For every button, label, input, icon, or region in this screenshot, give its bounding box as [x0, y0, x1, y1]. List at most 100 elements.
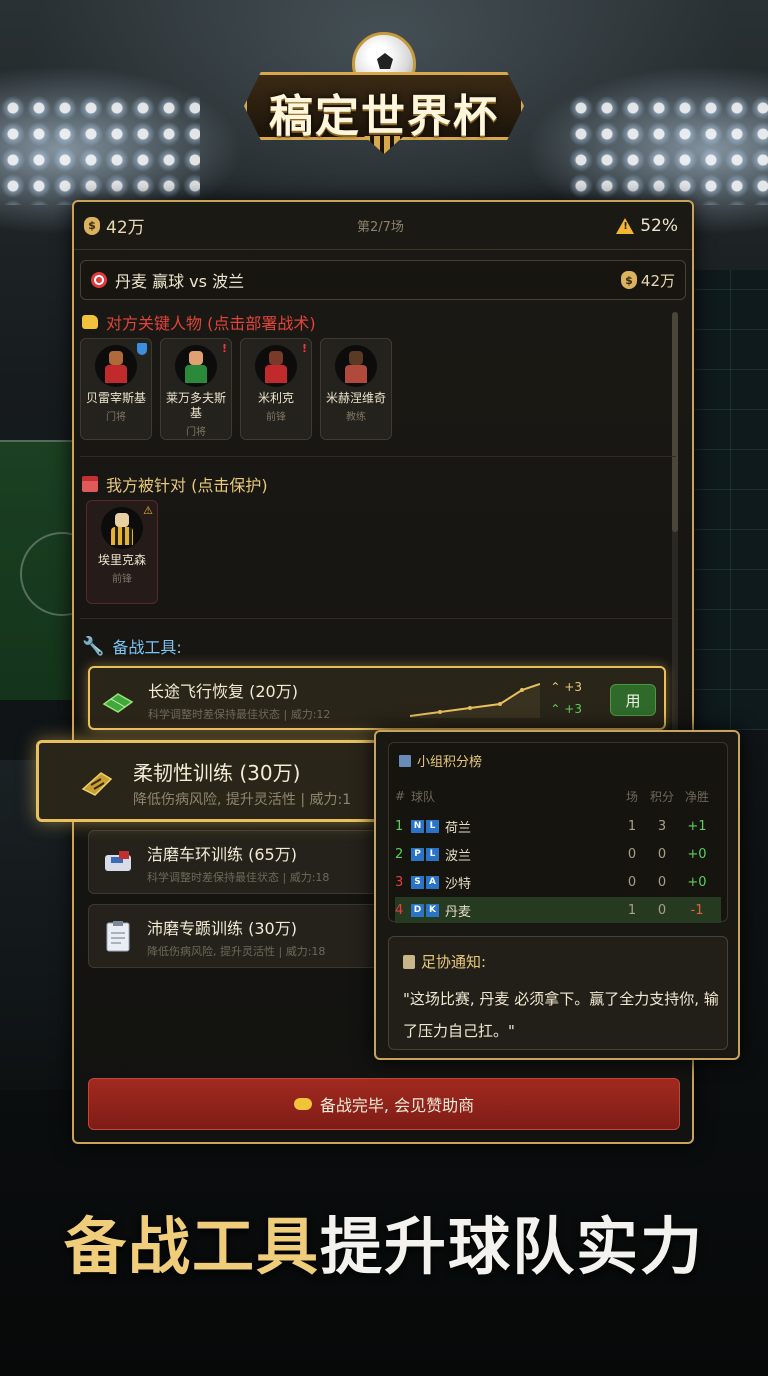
team-name: 丹麦 — [445, 904, 472, 920]
tools-section-title: 🔧 备战工具: — [82, 634, 182, 658]
slogan-gold: 备战工具 — [63, 1210, 320, 1283]
row-played: 1 — [627, 902, 637, 918]
table-row-own-team: 4 D K 丹麦 1 0 -1 — [395, 897, 721, 923]
meet-sponsor-button[interactable]: 备战完毕, 会见赞助商 — [88, 1078, 680, 1130]
row-played: 0 — [627, 874, 637, 890]
risk-value: 52% — [640, 215, 678, 236]
cleat-icon — [81, 772, 113, 796]
row-points: 0 — [657, 846, 667, 862]
game-logo: 稿定世界杯 — [244, 30, 524, 154]
match-goal: 丹麦 赢球 vs 波兰 — [115, 272, 245, 291]
divider — [80, 456, 676, 457]
wrench-icon: 🔧 — [82, 635, 105, 657]
player-role: 门将 — [186, 427, 206, 438]
trend-chart — [410, 683, 540, 718]
opponent-card[interactable]: ! 莱万多夫斯基 门将 — [160, 338, 232, 440]
player-avatar — [255, 345, 297, 387]
team-code: PL — [411, 847, 439, 861]
federation-notice: 足协通知: "这场比赛, 丹麦 必须拿下。赢了全力支持你, 输了压力自己扛。" — [388, 936, 728, 1050]
tactics-board — [688, 270, 768, 730]
col-points: 积分 — [649, 789, 674, 804]
row-gd: +1 — [687, 818, 707, 834]
row-gd: -1 — [690, 902, 704, 918]
promo-slogan: 备战工具提升球队实力 — [0, 1196, 768, 1286]
logo-stripes — [364, 136, 404, 154]
table-row: 1 N L 荷兰 1 3 +1 — [395, 813, 721, 839]
col-rank: # — [395, 789, 406, 803]
pitch-icon — [102, 693, 134, 713]
warning-icon: ⚠ — [143, 504, 153, 517]
opponent-card[interactable]: ! 米利克 前锋 — [240, 338, 312, 440]
player-name: 米利克 — [257, 391, 294, 405]
row-points: 0 — [657, 874, 667, 890]
match-objective: 丹麦 赢球 vs 波兰 $ 42万 — [80, 260, 686, 300]
player-avatar — [335, 345, 377, 387]
row-played: 1 — [627, 818, 637, 834]
team-code: DK — [411, 903, 439, 917]
own-player-card[interactable]: ⚠ 埃里克森 前锋 — [86, 500, 158, 604]
row-played: 0 — [627, 846, 637, 862]
own-section-title: 我方被针对 (点击保护) — [82, 472, 268, 496]
target-icon — [91, 272, 107, 288]
tool-title: 沛磨专踬训练 (30万) — [147, 919, 297, 938]
tools-title-text: 备战工具: — [112, 638, 182, 657]
opponent-card[interactable]: 米赫涅维奇 教练 — [320, 338, 392, 440]
notice-body: "这场比赛, 丹麦 必须拿下。赢了全力支持你, 输了压力自己扛。" — [403, 990, 719, 1040]
col-team: 球队 — [411, 789, 436, 804]
boost-up-1: ⌃ +3 — [550, 680, 582, 694]
alert-icon: ! — [221, 342, 227, 355]
row-points: 3 — [657, 818, 667, 834]
tool-desc: 降低伤病风险, 提升灵活性 | 威力:1 — [133, 792, 352, 808]
bar-chart-icon — [399, 754, 411, 767]
player-avatar — [175, 345, 217, 387]
divider — [80, 618, 676, 619]
tool-title: 柔韧性训练 (30万) — [133, 761, 301, 785]
team-code: SA — [411, 875, 439, 889]
clipboard-icon — [403, 954, 415, 969]
row-points: 0 — [657, 902, 667, 918]
table-header: # 球队 场 积分 净胜 — [395, 783, 721, 809]
table-row: 2 P L 波兰 0 0 +0 — [395, 841, 721, 867]
tool-desc: 科学调整时差保持最佳状态 | 威力:12 — [148, 708, 331, 721]
standings-title-text: 小组积分榜 — [417, 755, 483, 770]
jersey-icon — [105, 851, 131, 871]
row-rank: 1 — [395, 818, 404, 834]
table-row: 3 S A 沙特 0 0 +0 — [395, 869, 721, 895]
row-rank: 4 — [395, 902, 404, 918]
col-gd: 净胜 — [684, 789, 709, 804]
shield-icon — [137, 343, 147, 355]
team-name: 波兰 — [445, 848, 472, 864]
opponent-cards: 贝雷宰斯基 门将 ! 莱万多夫斯基 门将 ! 米利克 前锋 米赫涅维奇 教练 — [80, 338, 392, 440]
row-gd: +0 — [687, 874, 707, 890]
player-name: 贝雷宰斯基 — [85, 391, 146, 405]
handshake-icon — [293, 1098, 312, 1110]
player-avatar — [101, 507, 143, 549]
player-name: 埃里克森 — [97, 553, 146, 567]
opponent-card[interactable]: 贝雷宰斯基 门将 — [80, 338, 152, 440]
player-role: 前锋 — [112, 574, 132, 585]
opponents-section-title: 对方关键人物 (点击部署战术) — [82, 310, 316, 334]
group-standings-popup: 小组积分榜 # 球队 场 积分 净胜 1 N L 荷兰 1 3 +1 2 P L 波兰 … — [374, 730, 740, 1060]
calendar-icon — [82, 476, 98, 492]
tool-title: 长途飞行恢复 (20万) — [148, 682, 298, 701]
opponents-title-text: 对方关键人物 (点击部署战术) — [106, 314, 316, 333]
tool-desc: 科学调整时差保持最佳状态 | 威力:18 — [147, 871, 330, 884]
risk-display: 52% — [616, 216, 678, 236]
tool-title: 洁磨车环训练 (65万) — [147, 845, 297, 864]
scrollbar[interactable] — [672, 312, 678, 802]
use-button[interactable]: 用 — [610, 684, 656, 716]
team-name: 沙特 — [445, 876, 472, 892]
player-name: 米赫涅维奇 — [325, 391, 386, 405]
standings-title: 小组积分榜 — [399, 751, 482, 770]
col-played: 场 — [625, 789, 638, 804]
round-indicator: 第2/7场 — [356, 220, 404, 235]
money-bag-icon: $ — [620, 271, 637, 289]
alert-icon: ! — [301, 342, 307, 355]
floodlight-left — [0, 95, 200, 205]
money-value: 42万 — [106, 218, 145, 238]
tool-card-flight-recovery[interactable]: 长途飞行恢复 (20万) 科学调整时差保持最佳状态 | 威力:12 ⌃ +3 ⌃… — [88, 666, 666, 730]
warning-icon — [616, 217, 635, 234]
floodlight-right — [568, 95, 768, 205]
row-gd: +0 — [687, 846, 707, 862]
tool-desc: 降低伤病风险, 提升灵活性 | 威力:18 — [147, 945, 326, 958]
